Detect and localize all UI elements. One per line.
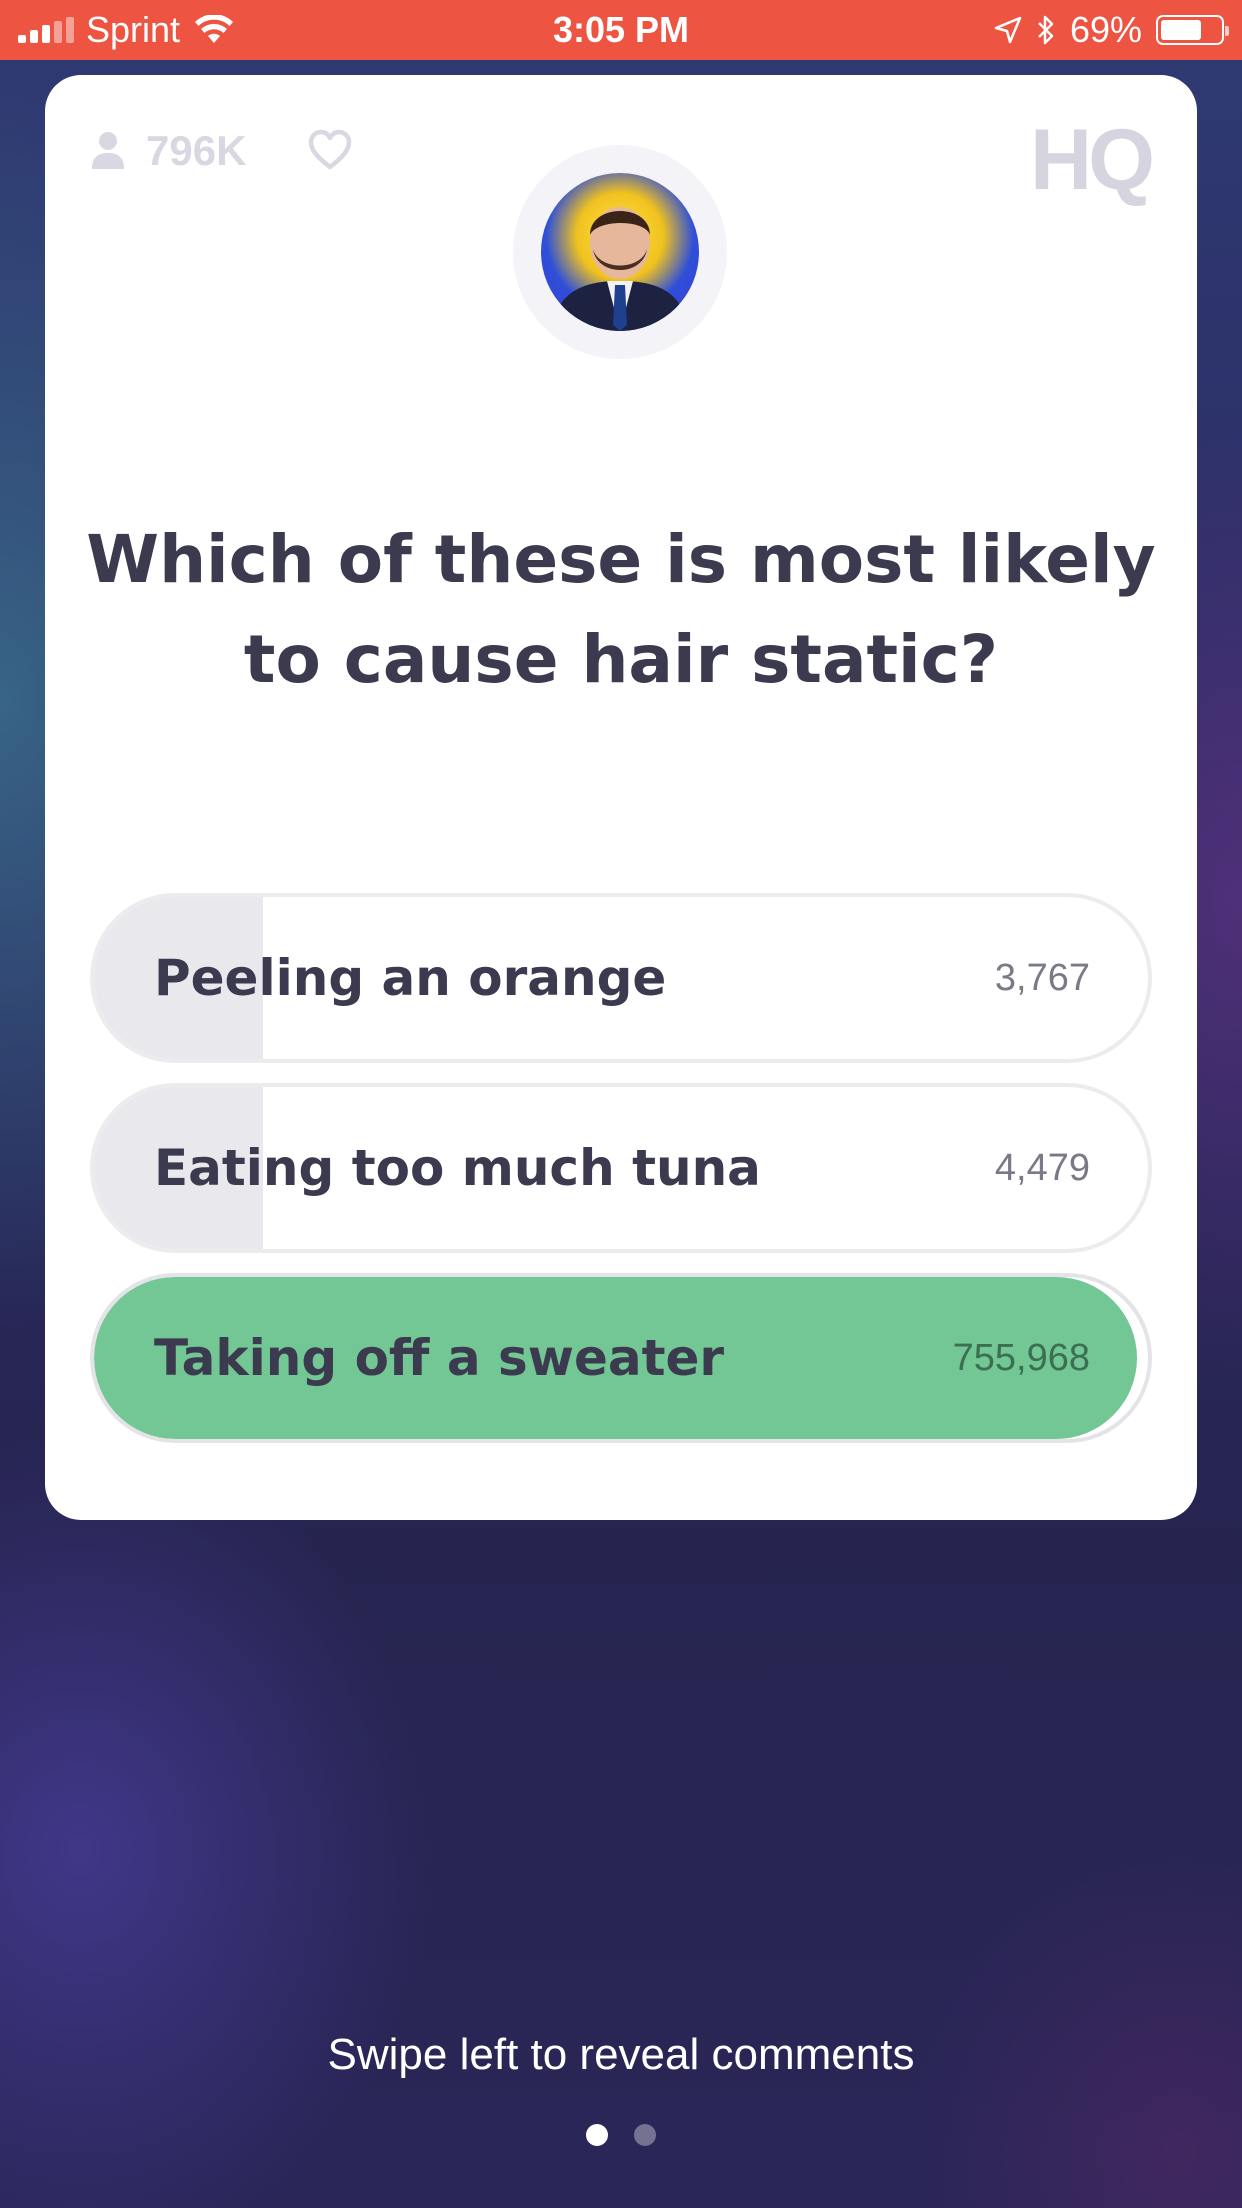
answer-option-1[interactable]: Peeling an orange 3,767 bbox=[90, 893, 1152, 1063]
answer-label: Peeling an orange bbox=[154, 949, 667, 1007]
swipe-hint: Swipe left to reveal comments bbox=[327, 2030, 915, 2079]
location-arrow-icon bbox=[994, 16, 1022, 44]
status-right: 69% bbox=[994, 8, 1229, 52]
page-dot[interactable] bbox=[586, 2124, 608, 2146]
question-card: 796K HQ Which of these is most likely to… bbox=[45, 75, 1197, 1520]
heart-button[interactable] bbox=[307, 129, 353, 175]
answer-label: Eating too much tuna bbox=[154, 1139, 761, 1197]
viewer-count: 796K bbox=[90, 127, 246, 175]
hq-logo: HQ bbox=[1030, 112, 1155, 208]
status-bar: Sprint 3:05 PM 69% bbox=[0, 0, 1242, 60]
bluetooth-icon bbox=[1038, 15, 1054, 45]
heart-icon bbox=[308, 129, 352, 170]
host-avatar-ring bbox=[513, 145, 727, 359]
battery-percent: 69% bbox=[1069, 9, 1142, 50]
host-avatar bbox=[541, 173, 699, 331]
question-text: Which of these is most likely to cause h… bbox=[86, 521, 1156, 698]
viewer-count-value: 796K bbox=[146, 127, 247, 174]
battery-icon bbox=[1156, 15, 1229, 45]
host-portrait bbox=[551, 207, 689, 331]
battery-level bbox=[1161, 20, 1202, 40]
answer-count: 3,767 bbox=[994, 956, 1090, 999]
page-indicator[interactable] bbox=[0, 2124, 1242, 2146]
page-dot[interactable] bbox=[634, 2124, 656, 2146]
answer-count: 4,479 bbox=[994, 1146, 1090, 1189]
answer-option-2[interactable]: Eating too much tuna 4,479 bbox=[90, 1083, 1152, 1253]
answer-label: Taking off a sweater bbox=[154, 1329, 725, 1387]
answer-option-3[interactable]: Taking off a sweater 755,968 bbox=[90, 1273, 1152, 1443]
person-icon bbox=[92, 132, 124, 169]
answer-count: 755,968 bbox=[952, 1336, 1090, 1379]
